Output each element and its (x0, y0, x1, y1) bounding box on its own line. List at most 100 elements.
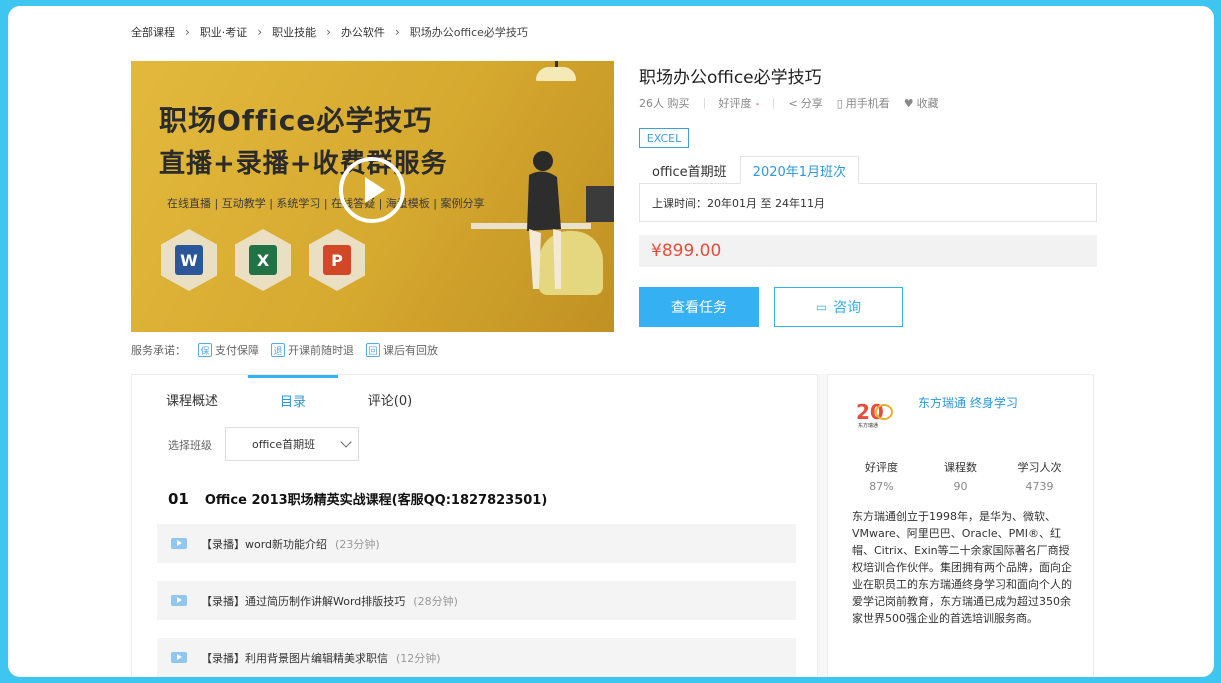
stat-courses: 课程数 90 (921, 459, 1000, 493)
course-tag[interactable]: EXCEL (639, 128, 689, 148)
organization-card: 20 东方瑞通 东方瑞通 终身学习 好评度 87% 课程数 90 学习人次 47… (827, 374, 1094, 677)
breadcrumb-all-courses[interactable]: 全部课程 (131, 24, 175, 40)
lesson-item[interactable]: 【录播】word新功能介绍 (23分钟) (157, 524, 796, 563)
lesson-item[interactable]: 【录播】通过简历制作讲解Word排版技巧 (28分钟) (157, 581, 796, 620)
rating-label: 好评度 (718, 97, 752, 110)
class-select[interactable]: office首期班 (225, 427, 359, 461)
lesson-title: 【录播】利用背景图片编辑精美求职信 (201, 651, 388, 665)
phone-icon: ▯ (836, 96, 843, 110)
service-pay-guarantee-text: 支付保障 (215, 344, 259, 357)
word-icon: W (161, 229, 217, 291)
service-refund: 退 开课前随时退 (271, 342, 354, 358)
lesson-title: 【录播】通过简历制作讲解Word排版技巧 (201, 594, 406, 608)
stat-courses-value: 90 (953, 480, 968, 493)
consult-label: 咨询 (833, 300, 862, 316)
class-tab-2020-jan[interactable]: 2020年1月班次 (739, 156, 860, 184)
buyers-count: 26人 购买 (639, 97, 690, 110)
chevron-right-icon: › (185, 25, 190, 39)
lesson-title: 【录播】word新功能介绍 (201, 537, 328, 551)
breadcrumb-current: 职场办公office必学技巧 (409, 26, 528, 39)
lesson-duration: (12分钟) (396, 651, 441, 665)
logo-subtext: 东方瑞通 (858, 422, 878, 429)
class-tab-first[interactable]: office首期班 (639, 156, 740, 184)
video-play-icon (171, 538, 187, 549)
excel-icon: X (235, 229, 291, 291)
pay-guarantee-icon: 保 (198, 343, 212, 357)
rating-value: - (755, 96, 760, 110)
hero-tagline: 在线直播 | 互动教学 | 系统学习 | 在线答疑 | 海量模板 | 案例分享 (167, 197, 485, 210)
service-refund-text: 开课前随时退 (288, 344, 354, 357)
consult-button[interactable]: ▭ 咨询 (774, 287, 903, 327)
tab-catalog[interactable]: 目录 (248, 375, 338, 423)
class-select-value: office首期班 (252, 438, 316, 451)
chevron-right-icon: › (257, 25, 263, 39)
hero-headline: 职场Office必学技巧 (159, 104, 433, 137)
play-button[interactable] (339, 157, 405, 223)
breadcrumb: 全部课程 › 职业·考证 › 职业技能 › 办公软件 › 职场办公office必… (131, 24, 528, 40)
replay-icon: 回 (366, 343, 380, 357)
stat-learners-value: 4739 (1025, 480, 1054, 493)
video-play-icon (171, 595, 187, 606)
tab-comments[interactable]: 评论(0) (350, 375, 430, 423)
divider (773, 97, 775, 109)
chapter-heading: 01 Office 2013职场精英实战课程(客服QQ:1827823501) (168, 489, 548, 509)
stat-learners-label: 学习人次 (1017, 461, 1062, 474)
course-price: ¥899.00 (639, 235, 1097, 267)
tab-overview[interactable]: 课程概述 (152, 375, 232, 423)
monitor-illustration (586, 186, 614, 222)
lesson-duration: (28分钟) (413, 594, 458, 608)
course-video-player[interactable]: 职场Office必学技巧 直播+录播+收费群服务 在线直播 | 互动教学 | 系… (131, 61, 614, 332)
stat-courses-label: 课程数 (944, 461, 977, 474)
stat-rating: 好评度 87% (842, 459, 921, 493)
chat-icon: ▭ (815, 300, 828, 314)
video-play-icon (171, 652, 187, 663)
stat-rating-value: 87% (869, 480, 894, 493)
chapter-number: 01 (168, 489, 189, 508)
refund-icon: 退 (271, 343, 285, 357)
lamp-shade-illustration (536, 67, 576, 81)
organization-logo[interactable]: 20 东方瑞通 (854, 399, 902, 429)
service-replay: 回 课后有回放 (366, 342, 438, 358)
class-tabs: office首期班 2020年1月班次 (639, 156, 860, 184)
class-select-label: 选择班级 (168, 439, 212, 452)
stat-rating-label: 好评度 (865, 461, 898, 474)
service-pay-guarantee: 保 支付保障 (198, 342, 259, 358)
hero-subheadline: 直播+录播+收费群服务 (159, 149, 448, 179)
service-commitments: 服务承诺： 保 支付保障 退 开课前随时退 回 课后有回放 (131, 342, 438, 358)
breadcrumb-office-software[interactable]: 办公软件 (341, 24, 385, 40)
favorite-label: 收藏 (916, 97, 939, 110)
chevron-down-icon (340, 436, 352, 448)
view-tasks-button[interactable]: 查看任务 (639, 287, 759, 327)
breadcrumb-certification[interactable]: 职业·考证 (200, 24, 248, 40)
divider (703, 97, 705, 109)
course-meta: 26人 购买 好评度 - < 分享 ▯ 用手机看 ♥ 收藏 (639, 95, 939, 111)
service-replay-text: 课后有回放 (383, 344, 438, 357)
breadcrumb-skills[interactable]: 职业技能 (272, 24, 316, 40)
page-frame: 全部课程 › 职业·考证 › 职业技能 › 办公软件 › 职场办公office必… (8, 6, 1214, 677)
person-illustration (527, 151, 561, 289)
organization-name[interactable]: 东方瑞通 终身学习 (918, 394, 1018, 411)
chevron-right-icon: › (394, 25, 400, 39)
favorite-link[interactable]: ♥ 收藏 (904, 95, 939, 111)
mobile-view-label: 用手机看 (845, 97, 890, 110)
logo-number: 20 (856, 400, 884, 424)
course-title: 职场办公office必学技巧 (639, 68, 822, 88)
heart-icon: ♥ (903, 96, 914, 110)
chapter-title: Office 2013职场精英实战课程(客服QQ:1827823501) (204, 493, 548, 508)
powerpoint-icon: P (309, 229, 365, 291)
share-link[interactable]: < 分享 (788, 95, 822, 111)
organization-description: 东方瑞通创立于1998年，是华为、微软、VMware、阿里巴巴、Oracle、P… (852, 510, 1072, 625)
mobile-view-link[interactable]: ▯ 用手机看 (837, 95, 890, 111)
lesson-duration: (23分钟) (335, 537, 380, 551)
service-label: 服务承诺： (131, 344, 186, 357)
chevron-right-icon: › (326, 25, 331, 39)
stat-learners: 学习人次 4739 (1000, 459, 1079, 493)
share-label: 分享 (800, 97, 823, 110)
lesson-item[interactable]: 【录播】利用背景图片编辑精美求职信 (12分钟) (157, 638, 796, 677)
column-gap (818, 374, 827, 677)
course-content-panel: 课程概述 目录 评论(0) 选择班级 office首期班 01 Office 2… (131, 374, 818, 677)
organization-stats: 好评度 87% 课程数 90 学习人次 4739 (828, 459, 1093, 493)
class-schedule: 上课时间：20年01月 至 24年11月 (639, 183, 1097, 222)
content-tabs: 课程概述 目录 评论(0) (132, 375, 817, 423)
share-icon: < (788, 96, 798, 110)
